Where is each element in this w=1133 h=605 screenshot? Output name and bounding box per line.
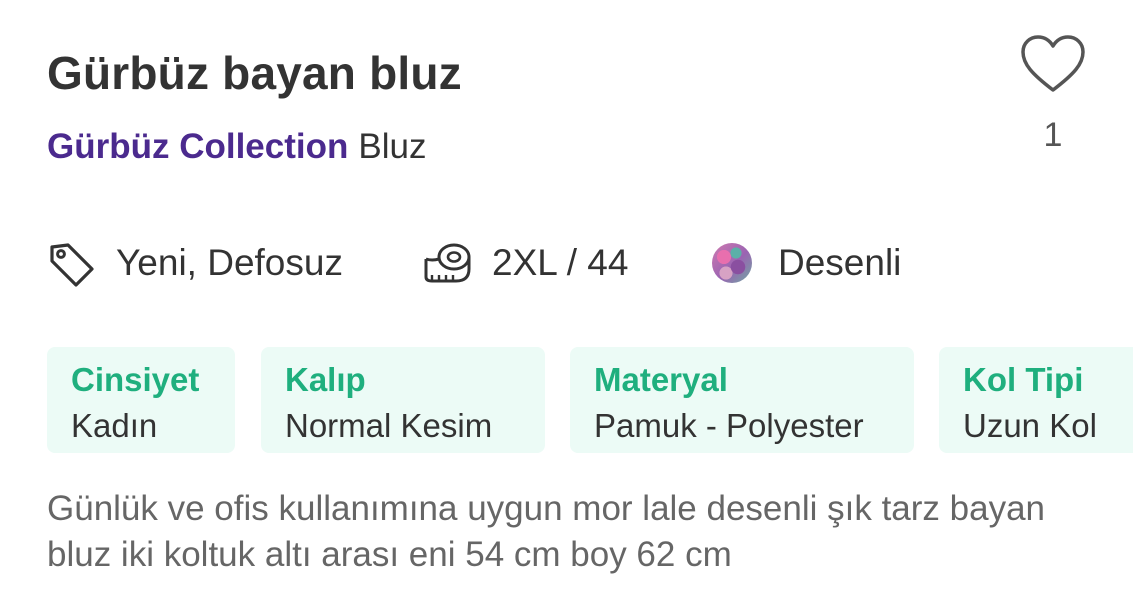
- like-button[interactable]: 1: [1016, 30, 1090, 156]
- product-description: Günlük ve ofis kullanımına uygun mor lal…: [47, 489, 1046, 574]
- like-count: 1: [1043, 116, 1063, 154]
- spec-card-fit: Kalıp Normal Kesim: [261, 347, 545, 453]
- spec-card-material: Materyal Pamuk - Polyester: [570, 347, 914, 453]
- spec-value: Uzun Kol: [963, 407, 1097, 444]
- product-title: Gürbüz bayan bluz: [47, 47, 462, 99]
- heart-outline-icon[interactable]: [1020, 34, 1086, 94]
- spec-value: Normal Kesim: [285, 407, 493, 444]
- spec-label: Cinsiyet: [71, 361, 200, 398]
- spec-card-sleeve: Kol Tipi Uzun Kol: [939, 347, 1133, 453]
- condition-attribute: Yeni, Defosuz: [46, 236, 343, 290]
- tag-icon: [46, 239, 98, 287]
- spec-label: Kalıp: [285, 361, 366, 398]
- size-text: 2XL / 44: [492, 242, 629, 283]
- measuring-tape-icon: [422, 239, 474, 287]
- spec-card-gender: Cinsiyet Kadın: [47, 347, 235, 453]
- spec-value: Kadın: [71, 407, 158, 444]
- brand-line: Gürbüz Collection Bluz: [47, 127, 426, 167]
- pattern-attribute: Desenli: [708, 236, 901, 290]
- spec-value: Pamuk - Polyester: [594, 407, 864, 444]
- spec-label: Materyal: [594, 361, 728, 398]
- size-attribute: 2XL / 44: [422, 236, 628, 290]
- color-swatch-icon: [708, 239, 760, 287]
- condition-text: Yeni, Defosuz: [116, 242, 343, 283]
- category-label: Bluz: [358, 127, 427, 166]
- pattern-text: Desenli: [778, 242, 902, 283]
- brand-link[interactable]: Gürbüz Collection: [47, 127, 348, 166]
- spec-label: Kol Tipi: [963, 361, 1084, 398]
